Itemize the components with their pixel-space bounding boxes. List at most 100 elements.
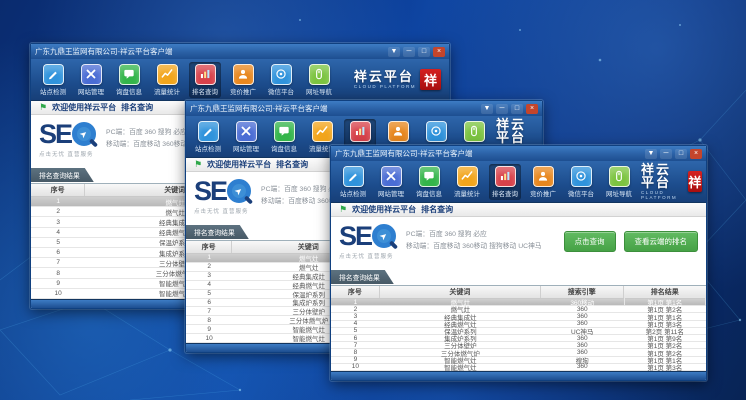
query-button[interactable]: 点击查询 [564,231,616,252]
window-controls: ▼ ─ □ × [388,47,445,57]
column-header-index: 序号 [31,184,85,196]
seo-logo-text: SE [194,178,226,205]
site-nav-icon [309,64,330,85]
results-tab[interactable]: 排名查询结果 [331,270,394,284]
toolbar-item-label: 站点检测 [340,188,366,198]
toolbar-item-nav[interactable]: 网址导航 [603,164,635,200]
close-button[interactable]: × [433,47,445,57]
brand-subtitle: CLOUD PLATFORM [641,190,684,200]
inquiry-message-icon [419,166,440,187]
site-nav-icon [609,166,630,187]
ranking-table: 序号 关键词 搜索引擎 排名结果 1 燃气灶 360移动 第1页 第1名 2 燃… [331,285,706,371]
minimize-button[interactable]: ─ [403,47,415,57]
minimize-button[interactable]: ─ [660,149,672,159]
toolbar-item-label: 微信平台 [568,188,594,198]
toolbar-item-inquiry[interactable]: 询盘信息 [413,164,445,200]
skin-button[interactable]: ▼ [645,149,657,159]
toolbar-item-promotion[interactable]: 竞价推广 [227,62,259,98]
toolbar-item-label: 询盘信息 [116,86,142,96]
cell-index: 9 [331,356,380,363]
cell-engine: 360 [541,342,624,349]
maximize-button[interactable]: □ [511,104,523,114]
toolbar-item-label: 流量统计 [154,86,180,96]
cell-index: 3 [186,272,232,279]
seo-logo-tagline: 点击无忧 直营服务 [194,207,251,215]
toolbar-item-wechat[interactable]: 微信平台 [265,62,297,98]
cell-index: 10 [31,290,85,297]
flag-icon: ⚑ [339,205,347,214]
toolbar-item-ranking[interactable]: 排名查询 [189,62,221,98]
toolbar-item-site-check[interactable]: 站点检测 [337,164,369,200]
cell-index: 1 [31,198,85,205]
promotion-icon [533,166,554,187]
wechat-platform-icon [271,64,292,85]
toolbar-item-label: 网站管理 [378,188,404,198]
results-tab[interactable]: 排名查询结果 [186,225,249,239]
window-title: 广东九鼎王监网有限公司-祥云平台客户端 [35,46,173,57]
site-check-icon [343,166,364,187]
cell-index: 10 [186,335,232,342]
ranking-query-icon [350,121,371,142]
wechat-platform-icon [571,166,592,187]
cell-index: 4 [331,320,380,327]
cell-index: 9 [31,280,85,287]
toolbar-item-label: 流量统计 [454,188,480,198]
inquiry-message-icon [119,64,140,85]
toolbar-item-wechat[interactable]: 微信平台 [565,164,597,200]
toolbar-item-label: 询盘信息 [271,143,297,153]
toolbar-item-traffic[interactable]: 流量统计 [151,62,183,98]
ranking-query-icon [495,166,516,187]
toolbar-item-nav[interactable]: 网址导航 [303,62,335,98]
toolbar-item-site-manage[interactable]: 网站管理 [375,164,407,200]
maximize-button[interactable]: □ [675,149,687,159]
minimize-button[interactable]: ─ [496,104,508,114]
toolbar-item-traffic[interactable]: 流量统计 [451,164,483,200]
view-cloud-ranking-button[interactable]: 查看云端的排名 [624,231,699,252]
toolbar-item-site-check[interactable]: 站点检测 [192,119,224,155]
seo-logo: SE ➤ 点击无忧 直营服务 [339,223,396,260]
magnifier-icon: ➤ [372,224,396,248]
cell-index: 2 [31,208,85,215]
wechat-platform-icon [426,121,447,142]
skin-button[interactable]: ▼ [388,47,400,57]
cell-index: 8 [331,349,380,356]
close-button[interactable]: × [690,149,702,159]
seo-logo: SE ➤ 点击无忧 直营服务 [39,121,96,158]
toolbar-item-promotion[interactable]: 竞价推广 [527,164,559,200]
toolbar-item-inquiry[interactable]: 询盘信息 [113,62,145,98]
cell-index: 1 [186,254,232,261]
toolbar-item-site-manage[interactable]: 网站管理 [75,62,107,98]
cell-index: 1 [331,299,380,306]
toolbar-item-label: 网站管理 [233,143,259,153]
ranking-query-icon [195,64,216,85]
toolbar-item-label: 微信平台 [268,86,294,96]
results-tab[interactable]: 排名查询结果 [31,168,94,182]
toolbar-item-ranking[interactable]: 排名查询 [489,164,521,200]
welcome-section: 排名查询 [421,204,453,215]
maximize-button[interactable]: □ [418,47,430,57]
toolbar-item-site-manage[interactable]: 网站管理 [230,119,262,155]
cell-engine: 360 [541,306,624,313]
cell-index: 3 [31,219,85,226]
toolbar-item-site-check[interactable]: 站点检测 [37,62,69,98]
close-button[interactable]: × [526,104,538,114]
seo-logo-tagline: 点击无忧 直营服务 [339,252,396,260]
skin-button[interactable]: ▼ [481,104,493,114]
toolbar-item-inquiry[interactable]: 询盘信息 [268,119,300,155]
toolbar-item-label: 网站管理 [78,86,104,96]
window-bottom-bar [331,371,706,380]
site-manage-icon [381,166,402,187]
inquiry-message-icon [274,121,295,142]
welcome-section: 排名查询 [121,102,153,113]
seo-logo: SE ➤ 点击无忧 直营服务 [194,178,251,215]
welcome-text: 欢迎使用祥云平台 [207,159,271,170]
table-row[interactable]: 10 智能燃气灶 360 第1页 第3名 [331,364,706,371]
window-controls: ▼ ─ □ × [481,104,538,114]
brand-block: 祥云平台 CLOUD PLATFORM 祥 [354,69,443,90]
cell-index: 5 [186,290,232,297]
cell-engine: 360 [541,363,624,370]
column-header-index: 序号 [186,241,232,253]
toolbar-item-label: 竞价推广 [530,188,556,198]
brand-name: 祥云平台 [354,71,416,84]
titlebar: 广东九鼎王监网有限公司-祥云平台客户端 ▼ ─ □ × [31,44,449,59]
